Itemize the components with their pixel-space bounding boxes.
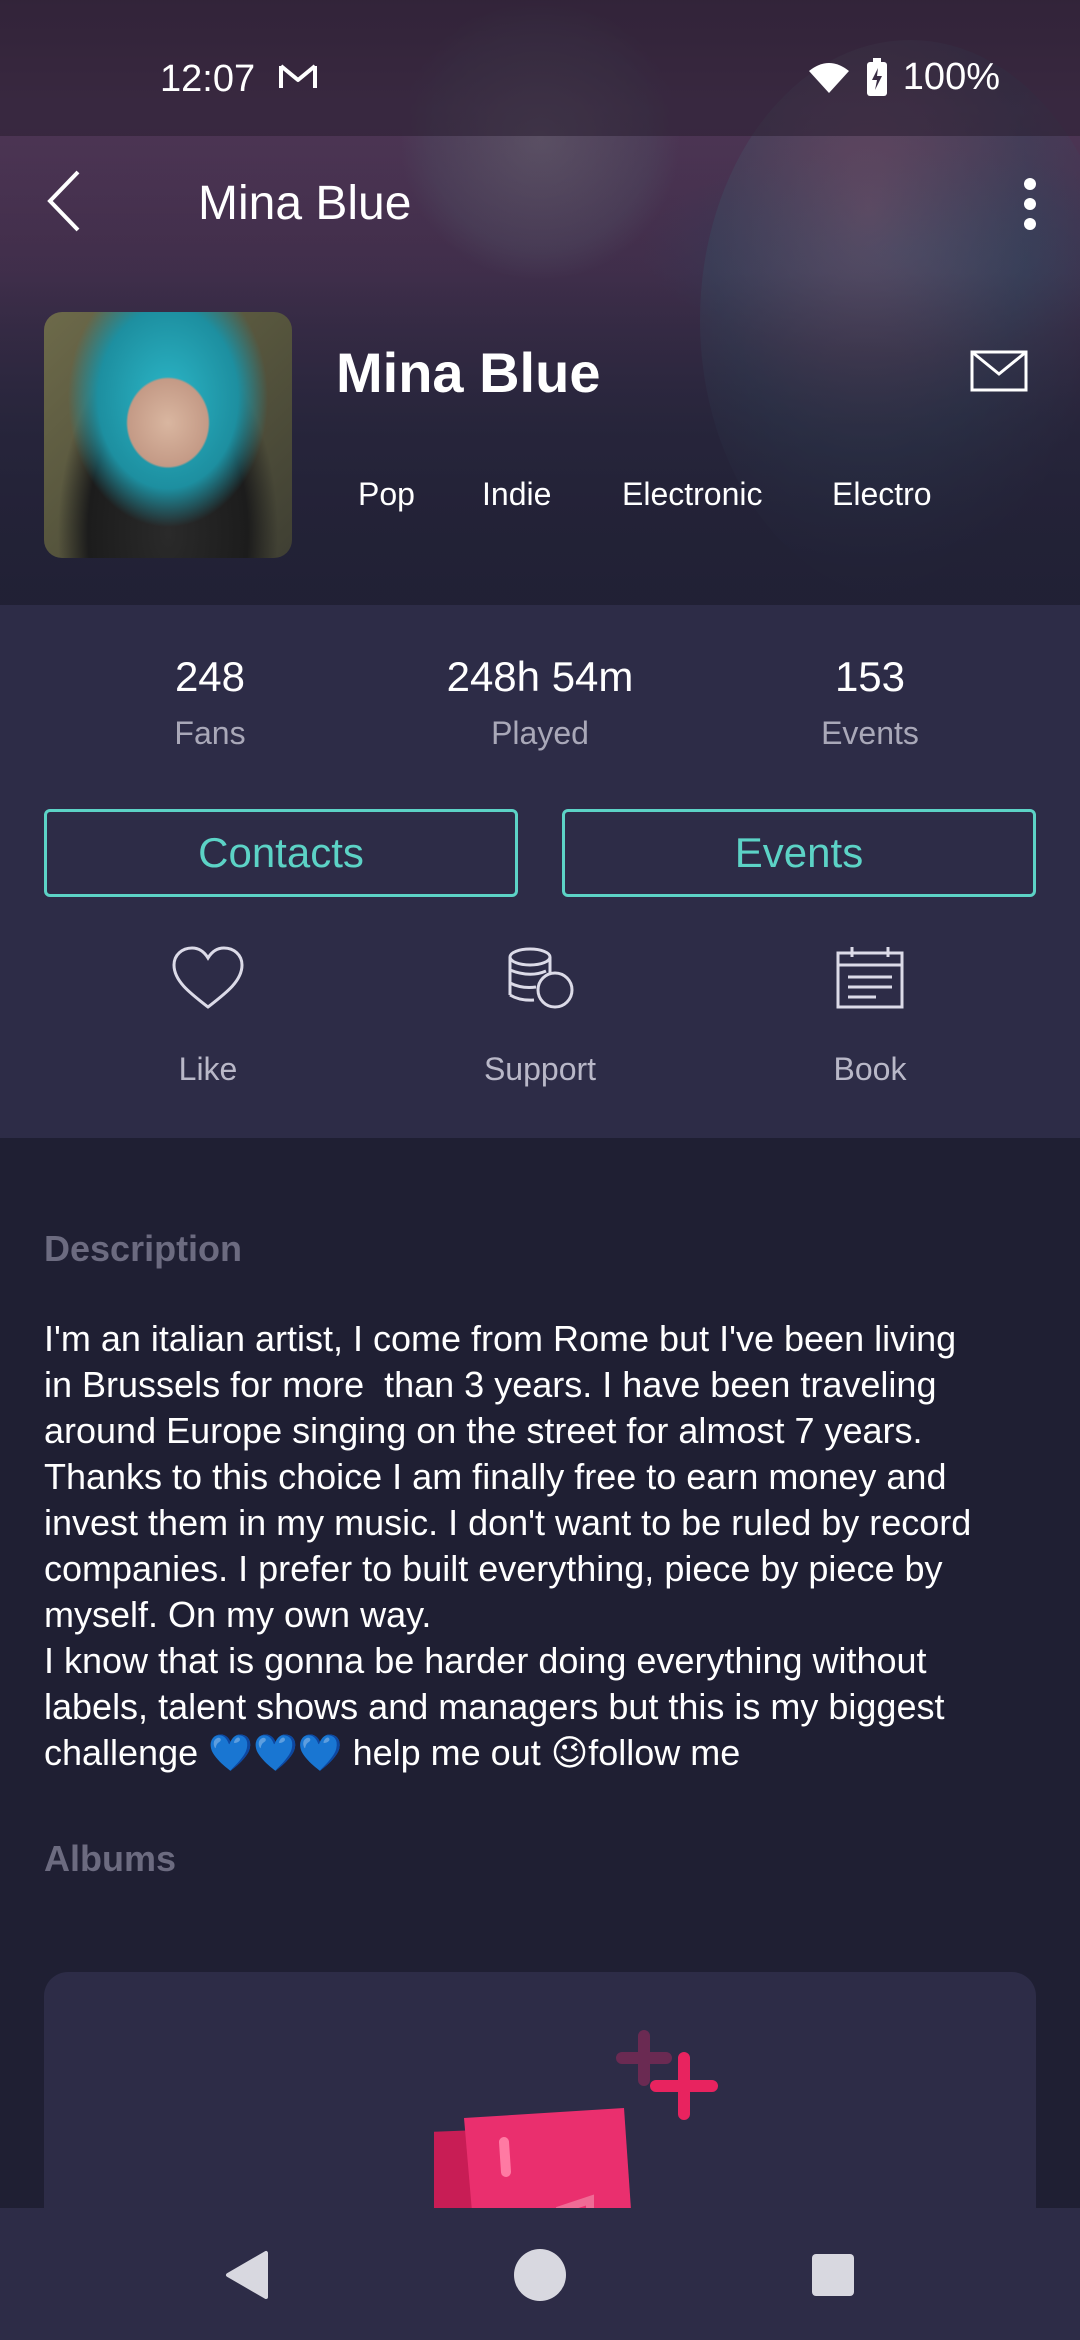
gmail-icon [279, 64, 317, 88]
stat-fans: 248 Fans [30, 653, 390, 752]
stat-played: 248h 54m Played [360, 653, 720, 752]
artist-name: Mina Blue [336, 341, 601, 404]
stat-label: Played [491, 715, 589, 751]
battery-percent: 100% [902, 56, 1000, 98]
stat-label: Fans [174, 715, 246, 751]
stat-value: 248 [174, 653, 246, 700]
genre-tag[interactable]: Electronic [622, 476, 832, 513]
more-vert-icon[interactable] [1020, 176, 1040, 232]
description-heading: Description [44, 1228, 243, 1269]
nav-recents-icon[interactable] [806, 2248, 860, 2302]
genre-tag[interactable]: Electro [832, 476, 932, 513]
support-label: Support [483, 1051, 597, 1087]
stat-events: 153 Events [690, 653, 1050, 752]
genre-tag[interactable]: Pop [358, 476, 482, 513]
stat-value: 153 [834, 653, 906, 700]
coins-icon [508, 947, 574, 1009]
book-button[interactable]: Book [690, 945, 1050, 1088]
like-label: Like [178, 1051, 238, 1087]
albums-heading: Albums [44, 1838, 177, 1879]
heart-icon [172, 946, 244, 1009]
genre-tag[interactable]: Indie [482, 476, 622, 513]
stats-panel: 248 Fans 248h 54m Played 153 Events Cont… [0, 605, 1080, 1138]
support-button[interactable]: Support [360, 945, 720, 1088]
battery-charging-icon [866, 57, 887, 96]
like-button[interactable]: Like [28, 945, 388, 1088]
nav-back-icon[interactable] [220, 2248, 274, 2302]
status-bar: 12:07 100% [0, 0, 1080, 136]
nav-home-icon[interactable] [513, 2248, 567, 2302]
stat-value: 248h 54m [446, 653, 634, 700]
events-button[interactable]: Events [562, 809, 1036, 897]
chevron-left-icon[interactable] [40, 166, 100, 236]
stat-label: Events [821, 715, 919, 751]
genre-list: Pop Indie Electronic Electro [358, 476, 932, 513]
description-text: I'm an italian artist, I come from Rome … [44, 1318, 972, 1773]
book-label: Book [833, 1051, 907, 1087]
app-bar: Mina Blue [0, 136, 1080, 266]
status-time: 12:07 [160, 58, 256, 100]
calendar-icon [836, 947, 904, 1009]
artist-avatar[interactable] [44, 312, 292, 558]
system-nav-bar [0, 2208, 1080, 2340]
wifi-icon [808, 62, 849, 93]
page-title: Mina Blue [198, 177, 412, 230]
mail-icon[interactable] [970, 350, 1028, 392]
contacts-button[interactable]: Contacts [44, 809, 518, 897]
